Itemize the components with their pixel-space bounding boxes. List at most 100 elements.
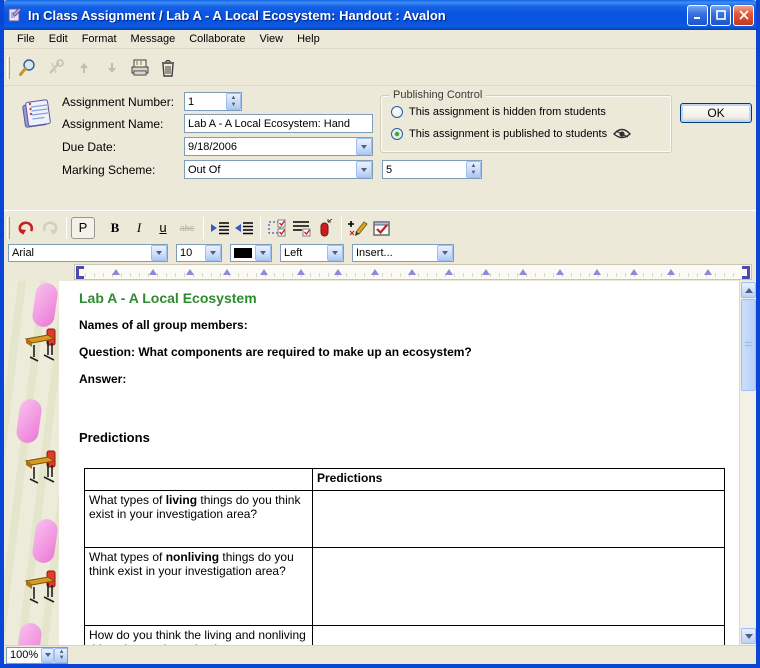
marking-scheme-select[interactable]: Out Of xyxy=(184,160,373,179)
chevron-down-icon[interactable] xyxy=(356,161,372,178)
strikethrough-button: abc xyxy=(175,216,199,240)
desk-clipart xyxy=(22,449,60,485)
toolbar-grip[interactable] xyxy=(7,57,10,79)
font-family-select[interactable]: Arial xyxy=(8,244,168,262)
chevron-down-icon[interactable] xyxy=(327,245,343,261)
chevron-down-icon[interactable] xyxy=(437,245,453,261)
tab-stop-marker[interactable] xyxy=(334,269,342,275)
right-margin-marker[interactable] xyxy=(742,266,750,279)
title-bar[interactable]: In Class Assignment / Lab A - A Local Ec… xyxy=(0,0,760,30)
main-toolbar xyxy=(4,50,756,86)
chevron-down-icon[interactable] xyxy=(151,245,167,261)
scroll-down-icon[interactable] xyxy=(741,628,756,644)
paragraph-button[interactable]: P xyxy=(71,217,95,239)
indent-icon[interactable] xyxy=(208,216,232,240)
edit-pen-icon[interactable] xyxy=(346,216,370,240)
menu-view[interactable]: View xyxy=(252,31,290,47)
print-icon[interactable] xyxy=(126,55,154,81)
color-swatch xyxy=(234,248,252,258)
insert-select[interactable]: Insert... xyxy=(352,244,454,262)
radio-published-option[interactable]: This assignment is published to students xyxy=(391,128,631,140)
answer-cell[interactable] xyxy=(313,548,725,626)
zoom-spinner-buttons[interactable]: ▲▼ xyxy=(54,648,68,663)
tab-stop-marker[interactable] xyxy=(593,269,601,275)
font-color-select[interactable] xyxy=(230,244,272,262)
tab-stop-marker[interactable] xyxy=(482,269,490,275)
tab-stop-marker[interactable] xyxy=(667,269,675,275)
tab-stop-marker[interactable] xyxy=(408,269,416,275)
delete-icon[interactable] xyxy=(154,55,182,81)
assignment-number-stepper[interactable]: 1 ▲▼ xyxy=(184,92,242,111)
predictions-heading: Predictions xyxy=(79,430,150,445)
chevron-down-icon[interactable] xyxy=(356,138,372,155)
points-spinner-buttons[interactable]: ▲▼ xyxy=(466,161,481,178)
editor-toolbar-grip[interactable] xyxy=(7,217,10,239)
doc-line-answer: Answer: xyxy=(79,372,126,386)
maximize-button[interactable] xyxy=(710,5,731,26)
answer-cell[interactable] xyxy=(313,626,725,646)
zoom-control[interactable]: 100% ▲▼ xyxy=(6,647,68,664)
radio-button[interactable] xyxy=(391,128,403,140)
predictions-table: Predictions What types of living things … xyxy=(84,468,725,645)
doc-line-group-members: Names of all group members: xyxy=(79,318,248,332)
tab-stop-marker[interactable] xyxy=(371,269,379,275)
ok-button[interactable]: OK xyxy=(680,103,752,123)
publishing-control-legend: Publishing Control xyxy=(389,89,486,101)
tools-icon xyxy=(42,55,70,81)
menu-format[interactable]: Format xyxy=(75,31,124,47)
chevron-down-icon[interactable] xyxy=(41,648,54,663)
question-cell: What types of living things do you think… xyxy=(85,491,313,548)
menu-collaborate[interactable]: Collaborate xyxy=(182,31,252,47)
due-date-select[interactable]: 9/18/2006 xyxy=(184,137,373,156)
tab-stop-marker[interactable] xyxy=(445,269,453,275)
tab-stop-marker[interactable] xyxy=(556,269,564,275)
tab-stop-marker[interactable] xyxy=(519,269,527,275)
answer-cell[interactable] xyxy=(313,491,725,548)
radio-button[interactable] xyxy=(391,106,403,118)
chevron-down-icon[interactable] xyxy=(255,245,271,261)
search-icon[interactable] xyxy=(14,55,42,81)
menu-message[interactable]: Message xyxy=(124,31,183,47)
menu-help[interactable]: Help xyxy=(290,31,327,47)
tab-stop-marker[interactable] xyxy=(260,269,268,275)
italic-button[interactable]: I xyxy=(127,216,151,240)
question-cell: How do you think the living and nonlivin… xyxy=(85,626,313,646)
bold-button[interactable]: B xyxy=(103,216,127,240)
vertical-scrollbar[interactable] xyxy=(739,281,756,645)
scroll-up-icon[interactable] xyxy=(741,282,756,298)
font-size-select[interactable]: 10 xyxy=(176,244,222,262)
radio-hidden-option[interactable]: This assignment is hidden from students xyxy=(391,106,606,118)
insert-object-icon[interactable] xyxy=(313,216,337,240)
close-button[interactable] xyxy=(733,5,754,26)
application-window: In Class Assignment / Lab A - A Local Ec… xyxy=(0,0,760,668)
tab-stop-marker[interactable] xyxy=(704,269,712,275)
underline-button[interactable]: u xyxy=(151,216,175,240)
select-fields-icon[interactable] xyxy=(265,216,289,240)
document-area[interactable]: Lab A - A Local Ecosystem Names of all g… xyxy=(4,281,756,645)
ruler[interactable] xyxy=(74,264,752,280)
menu-file[interactable]: File xyxy=(10,31,42,47)
tab-stop-marker[interactable] xyxy=(223,269,231,275)
tab-stop-marker[interactable] xyxy=(186,269,194,275)
assignment-name-input[interactable]: Lab A - A Local Ecosystem: Hand xyxy=(184,114,373,133)
scrollbar-thumb[interactable] xyxy=(741,299,756,391)
left-margin-marker[interactable] xyxy=(76,266,84,279)
window-title: In Class Assignment / Lab A - A Local Ec… xyxy=(28,8,685,23)
minimize-button[interactable] xyxy=(687,5,708,26)
eraser-clipart xyxy=(15,398,43,445)
undo-icon[interactable] xyxy=(14,216,38,240)
check-answers-icon[interactable] xyxy=(370,216,394,240)
tab-stop-marker[interactable] xyxy=(297,269,305,275)
tab-stop-marker[interactable] xyxy=(112,269,120,275)
tab-stop-marker[interactable] xyxy=(149,269,157,275)
alignment-select[interactable]: Left xyxy=(280,244,344,262)
outdent-icon[interactable] xyxy=(232,216,256,240)
marking-points-stepper[interactable]: 5 ▲▼ xyxy=(382,160,482,179)
radio-hidden-label: This assignment is hidden from students xyxy=(409,106,606,118)
number-spinner-buttons[interactable]: ▲▼ xyxy=(226,93,241,110)
list-fields-icon[interactable] xyxy=(289,216,313,240)
menu-edit[interactable]: Edit xyxy=(42,31,75,47)
editor-toolbar: P B I u abc xyxy=(4,210,756,244)
chevron-down-icon[interactable] xyxy=(205,245,221,261)
tab-stop-marker[interactable] xyxy=(630,269,638,275)
